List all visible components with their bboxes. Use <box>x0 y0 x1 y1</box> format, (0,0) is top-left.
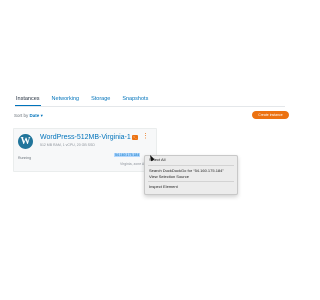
sort-control[interactable]: Sort by Date ▾ <box>14 113 43 119</box>
menu-separator <box>148 165 234 166</box>
menu-item-view-selection-source[interactable]: View Selection Source <box>149 174 189 179</box>
menu-separator <box>148 181 234 182</box>
tab-snapshots[interactable]: Snapshots <box>121 96 149 106</box>
tab-networking[interactable]: Networking <box>51 96 81 106</box>
context-menu: Select All Search DuckDuckGo for “54.160… <box>144 155 238 195</box>
instance-spec: 512 MB RAM, 1 vCPU, 20 GB SSD <box>40 143 95 147</box>
wordpress-logo-icon: W <box>18 134 33 149</box>
tab-bar: Instances Networking Storage Snapshots <box>15 96 149 106</box>
create-instance-button[interactable]: Create instance <box>252 111 289 119</box>
tab-divider <box>15 106 285 107</box>
menu-item-search-duckduckgo[interactable]: Search DuckDuckGo for “54.160.175.184” <box>149 168 224 173</box>
menu-item-inspect-element[interactable]: Inspect Element <box>149 184 178 189</box>
instance-card[interactable]: W WordPress-512MB-Virginia-1 512 MB RAM,… <box>13 128 157 172</box>
kebab-menu-icon[interactable]: ⋮ <box>142 133 149 141</box>
tab-storage[interactable]: Storage <box>90 96 111 106</box>
instance-name[interactable]: WordPress-512MB-Virginia-1 <box>40 134 131 141</box>
sort-label: Sort by <box>14 113 29 118</box>
tab-instances[interactable]: Instances <box>15 96 41 106</box>
terminal-icon[interactable]: >_ <box>132 135 138 140</box>
instance-ip[interactable]: 54.160.175.184 <box>114 153 141 157</box>
instance-status: Running <box>18 156 32 160</box>
sort-value[interactable]: Date <box>30 113 40 118</box>
chevron-down-icon[interactable]: ▾ <box>41 113 43 118</box>
instance-region: Virginia, zone A <box>120 162 145 166</box>
